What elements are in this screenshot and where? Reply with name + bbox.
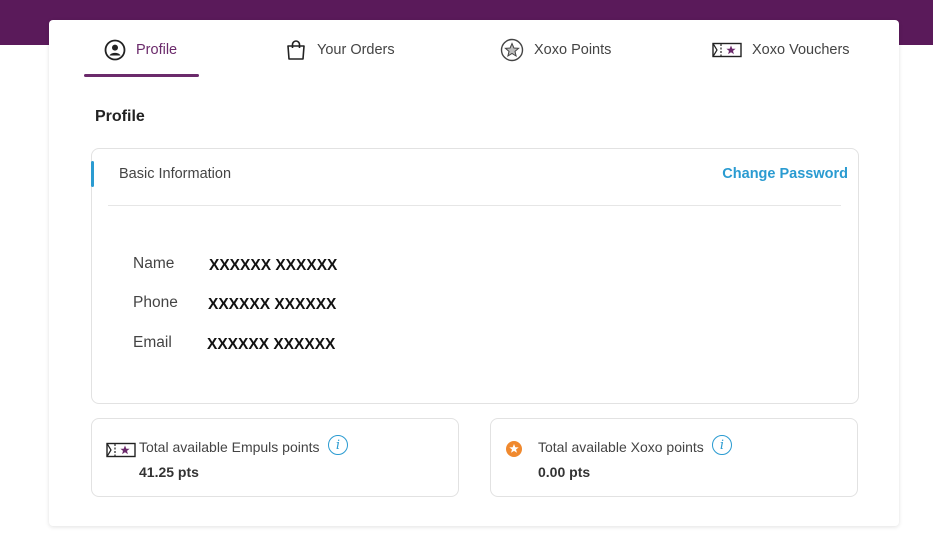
active-tab-indicator xyxy=(84,74,199,77)
tab-label: Profile xyxy=(136,42,178,58)
xoxo-points-value: 0.00 pts xyxy=(538,464,591,480)
name-value: XXXXXX XXXXXX xyxy=(209,257,338,274)
tab-your-orders[interactable]: Your Orders xyxy=(285,38,395,62)
tab-label: Your Orders xyxy=(317,42,395,58)
phone-label: Phone xyxy=(133,294,178,311)
info-icon[interactable]: i xyxy=(712,435,732,455)
email-label: Email xyxy=(133,334,172,351)
empuls-points-card: Total available Empuls points i 41.25 pt… xyxy=(91,418,459,497)
voucher-ticket-icon xyxy=(712,42,742,58)
empuls-points-label: Total available Empuls points xyxy=(139,439,320,455)
name-label: Name xyxy=(133,255,175,272)
orange-star-badge-icon xyxy=(505,440,523,463)
xoxo-points-card: Total available Xoxo points i 0.00 pts xyxy=(490,418,858,497)
tab-xoxo-vouchers[interactable]: Xoxo Vouchers xyxy=(712,38,850,62)
tab-profile[interactable]: Profile xyxy=(104,38,177,62)
email-value: XXXXXX XXXXXX xyxy=(207,336,336,353)
voucher-ticket-icon xyxy=(106,442,136,463)
tab-label: Xoxo Points xyxy=(534,42,612,58)
change-password-link[interactable]: Change Password xyxy=(722,166,848,182)
section-accent-bar xyxy=(91,161,94,187)
divider xyxy=(108,205,841,206)
phone-value: XXXXXX XXXXXX xyxy=(208,296,337,313)
basic-information-panel: Basic Information Change Password Name X… xyxy=(91,148,859,404)
xoxo-points-label: Total available Xoxo points xyxy=(538,439,704,455)
tab-label: Xoxo Vouchers xyxy=(752,42,850,58)
empuls-points-value: 41.25 pts xyxy=(139,464,199,480)
star-circle-icon xyxy=(500,38,524,62)
user-circle-icon xyxy=(104,39,126,61)
basic-information-heading: Basic Information xyxy=(119,166,232,182)
tab-xoxo-points[interactable]: Xoxo Points xyxy=(500,38,611,62)
info-icon[interactable]: i xyxy=(328,435,348,455)
shopping-bag-icon xyxy=(285,39,307,61)
profile-card: Profile Your Orders Xoxo Points Xoxo Vou… xyxy=(49,20,899,526)
page-title: Profile xyxy=(95,108,145,125)
